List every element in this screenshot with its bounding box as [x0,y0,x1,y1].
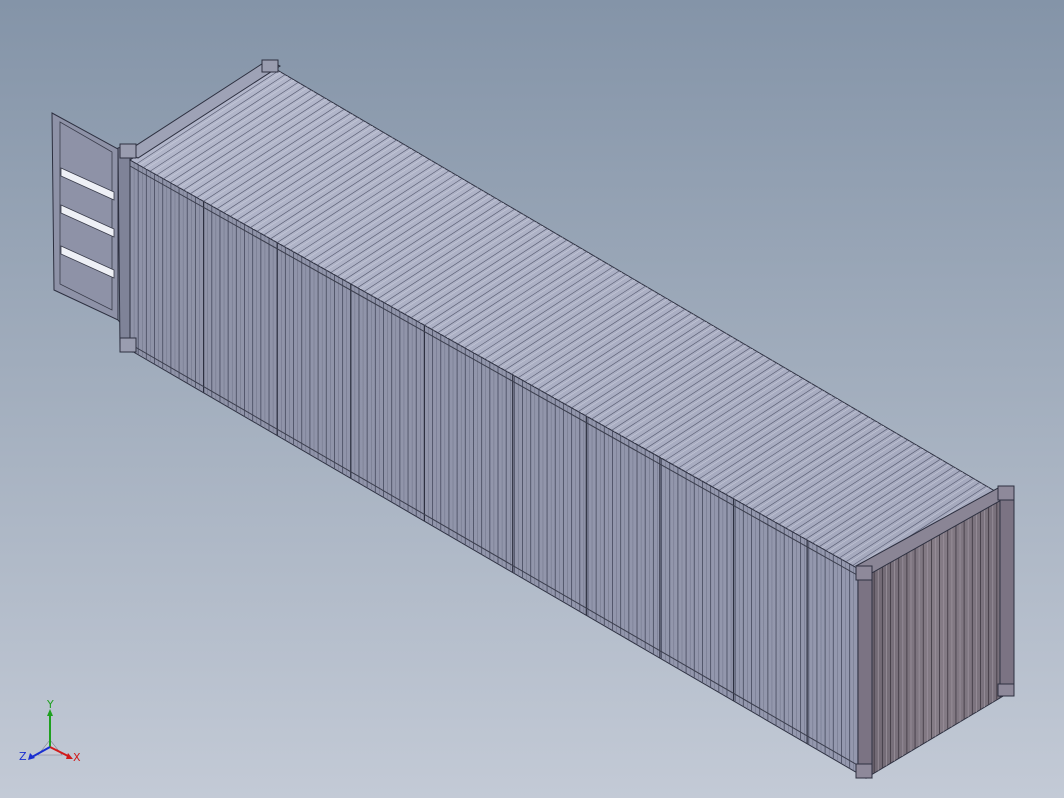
open-door-panel [51,112,128,331]
x-axis-arrow [66,753,73,759]
view-triad[interactable]: Y X Z [18,700,88,772]
container-model[interactable] [0,0,1064,798]
x-axis-label: X [73,751,81,764]
graphics-viewport[interactable]: Y X Z [0,0,1064,798]
y-axis-label: Y [46,700,54,711]
z-axis-label: Z [19,750,27,763]
